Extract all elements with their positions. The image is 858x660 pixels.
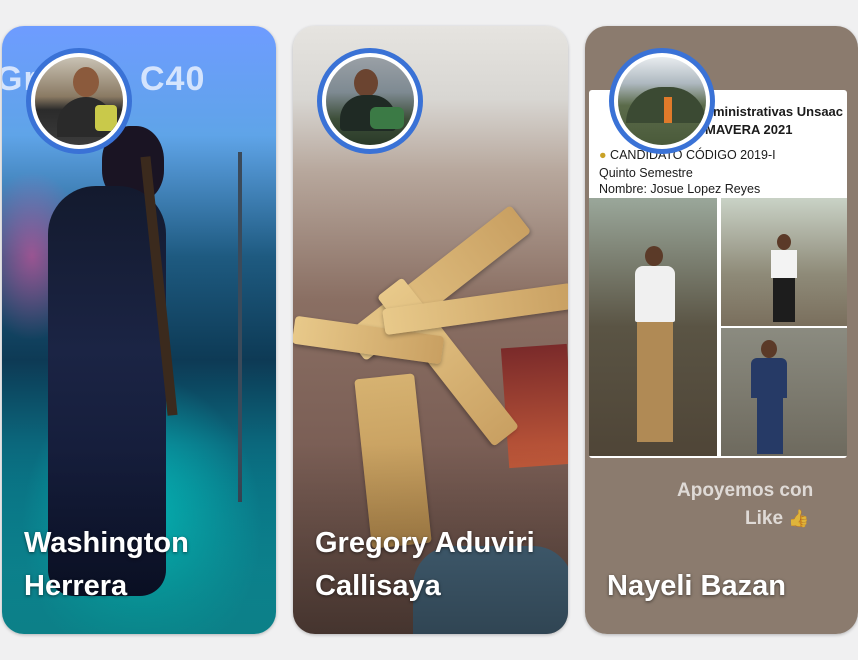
- thumbs-up-icon: 👍: [788, 509, 810, 528]
- story-author-name: Gregory Aduviri Callisaya: [315, 522, 556, 608]
- story-author-name-line: Nayeli Bazan: [607, 570, 786, 602]
- story-author-name-line: Callisaya: [315, 570, 441, 602]
- post-semester-line: Quinto Semestre: [599, 166, 693, 180]
- avatar[interactable]: [26, 48, 132, 154]
- caption-line: Apoyemos con: [677, 480, 814, 501]
- post-header-line: MAVERA 2021: [705, 122, 793, 137]
- story-author-name-line: Gregory Aduviri: [315, 527, 535, 559]
- post-photo: [721, 328, 847, 456]
- story-author-name-line: Herrera: [24, 570, 128, 602]
- post-name-line: Nombre: Josue Lopez Reyes: [599, 182, 761, 196]
- background-banner-text: C40: [140, 60, 206, 98]
- story-author-name: Washington Herrera: [24, 522, 264, 608]
- caption-line: Like 👍: [745, 508, 809, 530]
- story-card-washington-herrera[interactable]: Gra C40 Washington Herrera: [2, 26, 276, 634]
- story-card-gregory-aduviri-callisaya[interactable]: Gregory Aduviri Callisaya: [293, 26, 568, 634]
- post-candidate-line: ● CANDIDATO CÓDIGO 2019-I: [599, 148, 776, 162]
- post-photo: [721, 198, 847, 326]
- medal-icon: ●: [599, 148, 607, 162]
- story-card-nayeli-bazan[interactable]: dministrativas Unsaac MAVERA 2021 ● CAND…: [585, 26, 858, 634]
- post-candidate-text: CANDIDATO CÓDIGO 2019-I: [610, 148, 776, 162]
- post-photo: [589, 198, 717, 456]
- avatar[interactable]: [317, 48, 423, 154]
- caption-text: Like: [745, 508, 784, 529]
- post-header-line: dministrativas Unsaac: [705, 104, 844, 119]
- shared-post-card: dministrativas Unsaac MAVERA 2021 ● CAND…: [589, 90, 847, 458]
- story-author-name-line: Washington: [24, 527, 189, 559]
- avatar-photo: [618, 57, 706, 145]
- avatar-photo: [326, 57, 414, 145]
- avatar-photo: [35, 57, 123, 145]
- story-author-name: Nayeli Bazan: [607, 565, 846, 608]
- avatar[interactable]: [609, 48, 715, 154]
